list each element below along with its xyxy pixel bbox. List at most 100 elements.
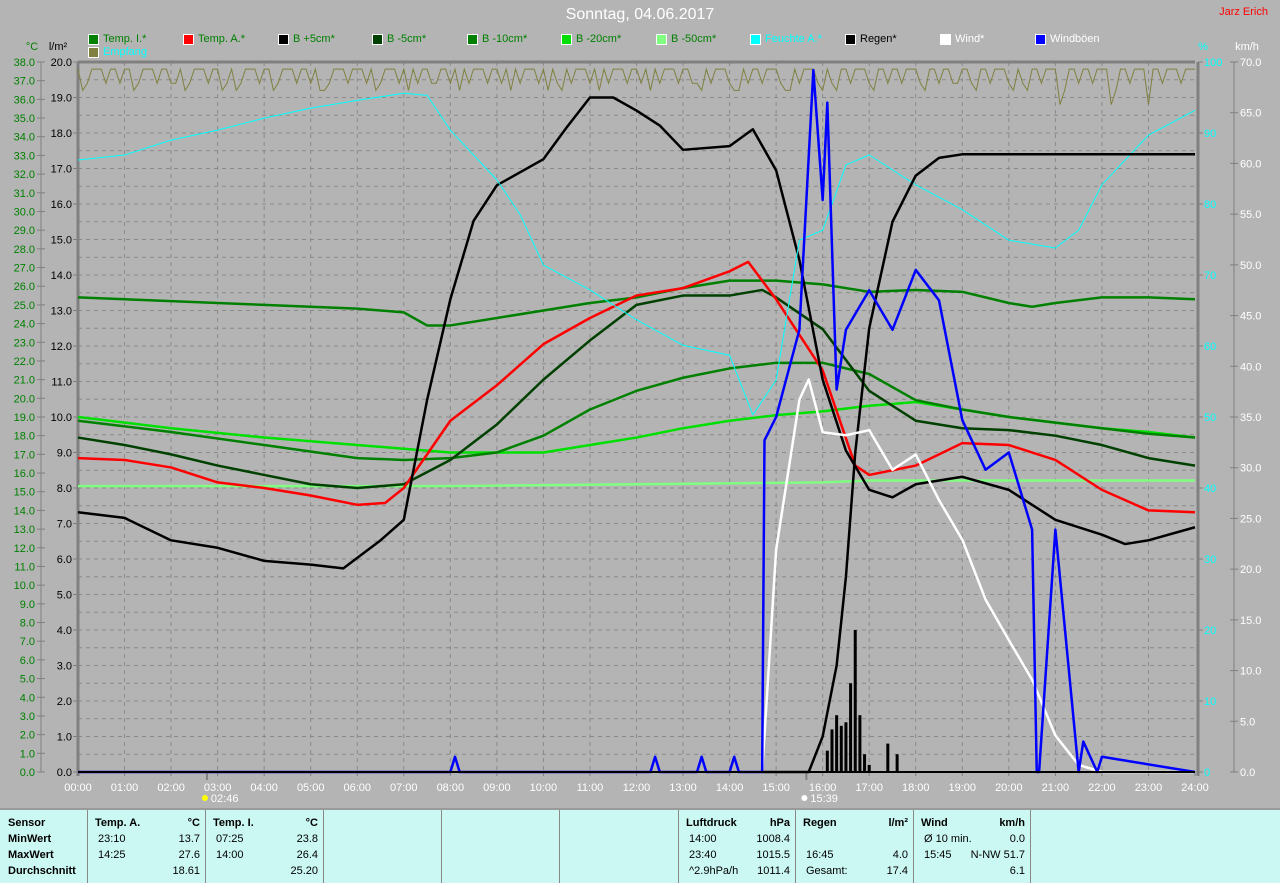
x-tick-label: 13:00 — [669, 782, 697, 794]
x-tick-label: 14:00 — [716, 782, 744, 794]
rain-tick-label: 14.0 — [51, 270, 72, 282]
wind-tick-label: 50.0 — [1240, 260, 1261, 272]
temp-tick-label: 6.0 — [20, 655, 35, 667]
humidity-tick-label: 30 — [1204, 554, 1216, 566]
rain-tick-label: 4.0 — [57, 625, 72, 637]
rain-bar — [844, 722, 848, 772]
rain-tick-label: 11.0 — [51, 377, 72, 389]
rain-tick-label: 2.0 — [57, 696, 72, 708]
x-tick-label: 01:00 — [111, 782, 139, 794]
x-tick-label: 04:00 — [250, 782, 278, 794]
temp-tick-label: 10.0 — [14, 580, 35, 592]
temp-tick-label: 9.0 — [20, 599, 35, 611]
row-time: 23:40 — [689, 849, 717, 861]
marker-label: 15:39 — [810, 793, 838, 805]
rain-tick-label: 6.0 — [57, 554, 72, 566]
marker-label: 02:46 — [211, 793, 239, 805]
x-tick-label: 10:00 — [530, 782, 558, 794]
wind-tick-label: 55.0 — [1240, 209, 1261, 221]
row-time: 14:00 — [689, 833, 717, 845]
rain-bar — [825, 750, 829, 772]
temp-tick-label: 27.0 — [14, 263, 35, 275]
temp-tick-label: 22.0 — [14, 356, 35, 368]
rain-tick-label: 10.0 — [51, 412, 72, 424]
rain-axis-unit: l/m² — [49, 41, 68, 53]
temp-tick-label: 1.0 — [20, 748, 35, 760]
x-tick-label: 19:00 — [949, 782, 977, 794]
humidity-tick-label: 70 — [1204, 270, 1216, 282]
column-divider — [441, 810, 443, 883]
column-header: Temp. I. — [213, 817, 254, 829]
x-tick-label: 11:00 — [577, 782, 604, 794]
row-value: 1015.5 — [756, 849, 790, 861]
temp-tick-label: 30.0 — [14, 206, 35, 218]
row-value: N-NW 51.7 — [970, 849, 1025, 861]
temp-tick-label: 11.0 — [14, 561, 35, 573]
temp-tick-label: 34.0 — [14, 132, 35, 144]
column-unit: °C — [305, 817, 318, 829]
rain-tick-label: 0.0 — [57, 767, 72, 779]
humidity-tick-label: 10 — [1204, 696, 1216, 708]
x-tick-label: 06:00 — [343, 782, 371, 794]
temp-tick-label: 35.0 — [14, 113, 35, 125]
x-tick-label: 23:00 — [1135, 782, 1163, 794]
rain-tick-label: 8.0 — [57, 483, 72, 495]
temp-tick-label: 25.0 — [14, 300, 35, 312]
wind-axis-unit: km/h — [1235, 41, 1259, 53]
wind-tick-label: 20.0 — [1240, 564, 1261, 576]
temp-tick-label: 32.0 — [14, 169, 35, 181]
x-tick-label: 18:00 — [902, 782, 930, 794]
temp-tick-label: 21.0 — [14, 375, 35, 387]
wind-tick-label: 30.0 — [1240, 463, 1261, 475]
x-tick-label: 15:00 — [762, 782, 790, 794]
row-value: 26.4 — [296, 849, 318, 861]
column-divider — [559, 810, 561, 883]
x-tick-label: 12:00 — [623, 782, 651, 794]
wind-tick-label: 5.0 — [1240, 716, 1255, 728]
row-value: 17.4 — [886, 865, 908, 877]
x-tick-label: 09:00 — [483, 782, 511, 794]
stats-column-col6: Wind km/h Ø 10 min. 0.0 15:45 N-NW 51.7 6.1 — [913, 810, 1031, 883]
x-tick-label: 22:00 — [1088, 782, 1116, 794]
row-value: 13.7 — [178, 833, 200, 845]
temp-tick-label: 15.0 — [14, 487, 35, 499]
rain-bar — [886, 743, 890, 772]
row-value: 0.0 — [1009, 833, 1025, 845]
row-time: 07:25 — [216, 833, 244, 845]
rain-bar — [863, 754, 867, 772]
row-value: 1008.4 — [756, 833, 790, 845]
column-header: Luftdruck — [686, 817, 737, 829]
temp-tick-label: 5.0 — [20, 674, 35, 686]
rain-tick-label: 12.0 — [51, 341, 72, 353]
row-value: 18.61 — [172, 865, 200, 877]
temp-tick-label: 2.0 — [20, 730, 35, 742]
wind-tick-label: 70.0 — [1240, 57, 1261, 69]
temp-tick-label: 33.0 — [14, 150, 35, 162]
row-time: 23:10 — [98, 833, 126, 845]
rain-bar — [835, 715, 839, 772]
temp-tick-label: 18.0 — [14, 431, 35, 443]
temp-tick-label: 36.0 — [14, 94, 35, 106]
row-label-max: MaxWert — [8, 849, 54, 861]
humidity-axis-unit: % — [1198, 41, 1208, 53]
temp-tick-label: 16.0 — [14, 468, 35, 480]
row-time: 16:45 — [806, 849, 834, 861]
column-header: Wind — [921, 817, 948, 829]
humidity-tick-label: 100 — [1204, 57, 1222, 69]
rain-bar — [895, 754, 899, 772]
temp-tick-label: 17.0 — [14, 449, 35, 461]
row-time: Gesamt: — [806, 865, 848, 877]
temp-tick-label: 31.0 — [14, 188, 35, 200]
row-value: 1011.4 — [757, 865, 790, 877]
temp-tick-label: 14.0 — [14, 505, 35, 517]
column-header: Regen — [803, 817, 837, 829]
temp-axis-unit: °C — [26, 41, 38, 53]
moon-icon — [801, 795, 808, 801]
temp-tick-label: 38.0 — [14, 57, 35, 69]
humidity-tick-label: 80 — [1204, 199, 1216, 211]
temp-tick-label: 26.0 — [14, 281, 35, 293]
column-unit: °C — [187, 817, 200, 829]
row-value: 6.1 — [1009, 865, 1025, 877]
temp-tick-label: 20.0 — [14, 393, 35, 405]
x-tick-label: 17:00 — [855, 782, 883, 794]
